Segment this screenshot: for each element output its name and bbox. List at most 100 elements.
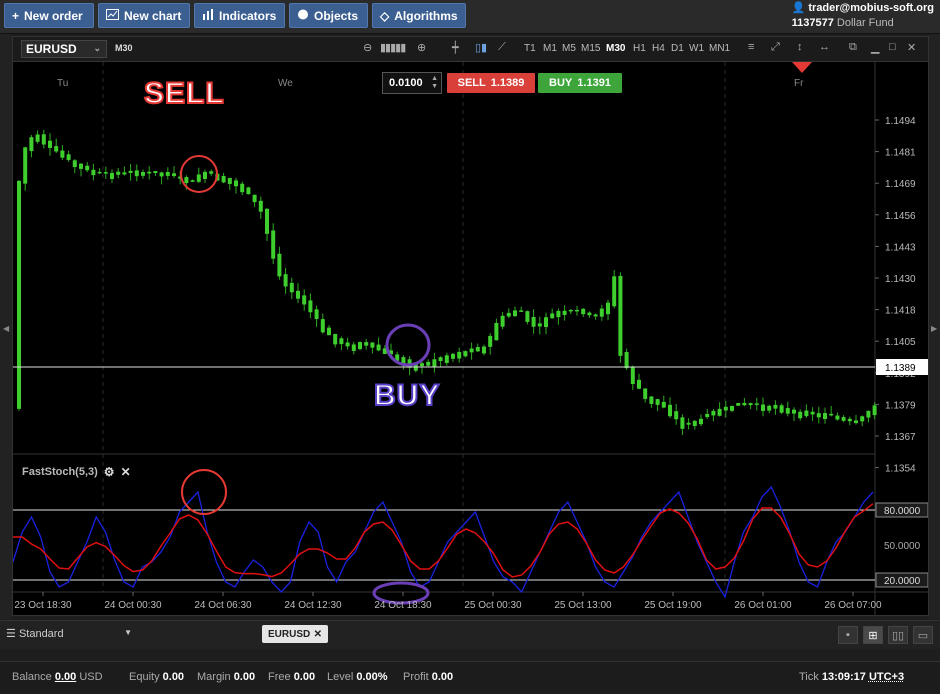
candle-body bbox=[810, 411, 815, 415]
tf-m5[interactable]: M5 bbox=[562, 43, 576, 54]
layout-select[interactable]: ☰ Standard ▼ bbox=[6, 627, 132, 640]
candle-body bbox=[327, 327, 331, 336]
tf-mn1[interactable]: MN1 bbox=[709, 43, 730, 54]
candle-body bbox=[147, 171, 152, 174]
time-tick: 24 Oct 12:30 bbox=[284, 600, 342, 611]
price-tick: 1.1456 bbox=[885, 211, 916, 222]
sell-button[interactable]: SELL 1.1389 bbox=[447, 73, 535, 93]
right-panel-edge[interactable]: ▶ bbox=[929, 34, 940, 619]
trendline-icon[interactable]: ⤢ bbox=[771, 41, 780, 54]
candle-body bbox=[847, 418, 852, 422]
level-label-80: 80.0000 bbox=[884, 506, 921, 517]
candle-body bbox=[60, 150, 65, 158]
close-icon[interactable]: ✕ bbox=[907, 41, 916, 54]
tf-m30[interactable]: M30 bbox=[606, 43, 625, 54]
buy-button[interactable]: BUY 1.1391 bbox=[538, 73, 622, 93]
layout-grid-button[interactable]: ⊞ bbox=[863, 626, 883, 644]
price-tick: 1.1469 bbox=[885, 179, 916, 190]
zoom-out-icon[interactable]: ⊖ bbox=[363, 41, 372, 54]
time-tick: 24 Oct 06:30 bbox=[194, 600, 252, 611]
maximize-icon[interactable]: □ bbox=[889, 41, 896, 53]
candle-body bbox=[637, 379, 641, 389]
price-tick: 1.1494 bbox=[885, 116, 916, 127]
tf-m15[interactable]: M15 bbox=[581, 43, 600, 54]
vertical-line-icon[interactable]: ↕ bbox=[797, 41, 803, 53]
gear-icon[interactable]: ⚙ bbox=[104, 465, 115, 479]
candle-body bbox=[785, 408, 790, 414]
level-label-20: 20.0000 bbox=[884, 576, 921, 587]
candle-body bbox=[618, 275, 623, 356]
objects-button[interactable]: Objects bbox=[289, 3, 368, 28]
tf-w1[interactable]: W1 bbox=[689, 43, 704, 54]
diamond-icon: ◇ bbox=[380, 8, 390, 23]
equity-value: 0.00 bbox=[162, 671, 185, 683]
candle-body bbox=[79, 163, 83, 169]
candle-body bbox=[668, 404, 672, 417]
new-order-button[interactable]: + New order bbox=[4, 3, 94, 28]
zoom-slider[interactable]: ▮▮▮▮▮ bbox=[380, 41, 406, 54]
left-panel-edge[interactable]: ◀ bbox=[0, 34, 12, 619]
chart-canvas[interactable]: Tu We Fr 1.14941.14811.14691.14561.14431… bbox=[13, 62, 928, 617]
algorithms-button[interactable]: ◇ Algorithms bbox=[372, 3, 466, 28]
horizontal-line-icon[interactable]: ↔ bbox=[819, 41, 830, 53]
candle-body bbox=[110, 172, 114, 179]
free-value: 0.00 bbox=[293, 671, 316, 683]
spinner-icon[interactable]: ▲ ▼ bbox=[431, 75, 438, 91]
new-chart-button[interactable]: New chart bbox=[98, 3, 190, 28]
candle-body bbox=[85, 165, 90, 171]
candle-body bbox=[494, 322, 499, 341]
minimize-icon[interactable]: ▁ bbox=[871, 41, 879, 54]
close-indicator-icon[interactable]: ✕ bbox=[121, 465, 131, 479]
candle-body bbox=[320, 319, 325, 333]
candle-body bbox=[159, 172, 164, 177]
close-tab-icon[interactable]: ✕ bbox=[314, 629, 322, 640]
buy-marker-circle bbox=[385, 323, 431, 367]
candle-body bbox=[134, 170, 139, 177]
indicator-title: FastStoch(5,3) bbox=[22, 466, 98, 478]
candle-body bbox=[17, 180, 21, 409]
layout-columns-button[interactable]: ▯▯ bbox=[888, 626, 908, 644]
layout-single-button[interactable]: ▪ bbox=[838, 626, 858, 644]
indicator-header: FastStoch(5,3) ⚙ ✕ bbox=[22, 465, 131, 479]
price-tick: 1.1418 bbox=[885, 306, 916, 317]
shapes-icon bbox=[297, 9, 309, 23]
candle-body bbox=[581, 308, 586, 315]
hlines-icon[interactable]: ≡ bbox=[748, 41, 754, 53]
candle-chart-icon[interactable]: ▯▮ bbox=[475, 41, 487, 54]
symbol-select[interactable]: EURUSD ⌄ bbox=[21, 40, 107, 58]
timeframe-label: M30 bbox=[115, 43, 133, 53]
candle-body bbox=[630, 367, 635, 385]
layout-rows-button[interactable]: ▭ bbox=[913, 626, 933, 644]
time-tick: 25 Oct 13:00 bbox=[554, 600, 612, 611]
candle-body bbox=[680, 417, 685, 429]
tf-h4[interactable]: H4 bbox=[652, 43, 665, 54]
profit-value: 0.00 bbox=[431, 671, 454, 683]
candle-body bbox=[463, 351, 468, 357]
candle-body bbox=[593, 314, 598, 317]
tf-m1[interactable]: M1 bbox=[543, 43, 557, 54]
tf-t1[interactable]: T1 bbox=[524, 43, 536, 54]
bar-chart-icon[interactable]: ┿ bbox=[452, 41, 459, 54]
candle-body bbox=[661, 401, 666, 408]
candle-body bbox=[562, 310, 567, 315]
candle-body bbox=[153, 171, 158, 174]
account-info[interactable]: 👤 trader@mobius-soft.org 1137577 Dollar … bbox=[792, 1, 934, 31]
timezone-select[interactable]: UTC+3 bbox=[869, 671, 904, 683]
candle-body bbox=[686, 422, 691, 425]
indicators-button[interactable]: Indicators bbox=[194, 3, 285, 28]
price-axis: 1.1494 1.1481 1.1469 1.1456 1.1443 1.1430 1.14… bbox=[875, 116, 916, 475]
line-chart-icon[interactable]: ⟋ bbox=[498, 41, 506, 54]
tf-h1[interactable]: H1 bbox=[633, 43, 646, 54]
tf-d1[interactable]: D1 bbox=[671, 43, 684, 54]
popout-icon[interactable]: ⧉ bbox=[849, 41, 857, 54]
candle-body bbox=[345, 342, 350, 347]
quantity-stepper[interactable]: 0.0100 ▲ ▼ bbox=[382, 72, 442, 94]
candle-body bbox=[469, 348, 474, 353]
account-id: 1137577 bbox=[791, 17, 834, 29]
stoch-slow-line bbox=[13, 503, 874, 578]
candle-body bbox=[35, 134, 40, 142]
event-marker[interactable] bbox=[792, 62, 812, 73]
tab-eurusd[interactable]: EURUSD ✕ bbox=[262, 625, 328, 643]
candle-body bbox=[221, 175, 226, 183]
zoom-in-icon[interactable]: ⊕ bbox=[417, 41, 426, 54]
